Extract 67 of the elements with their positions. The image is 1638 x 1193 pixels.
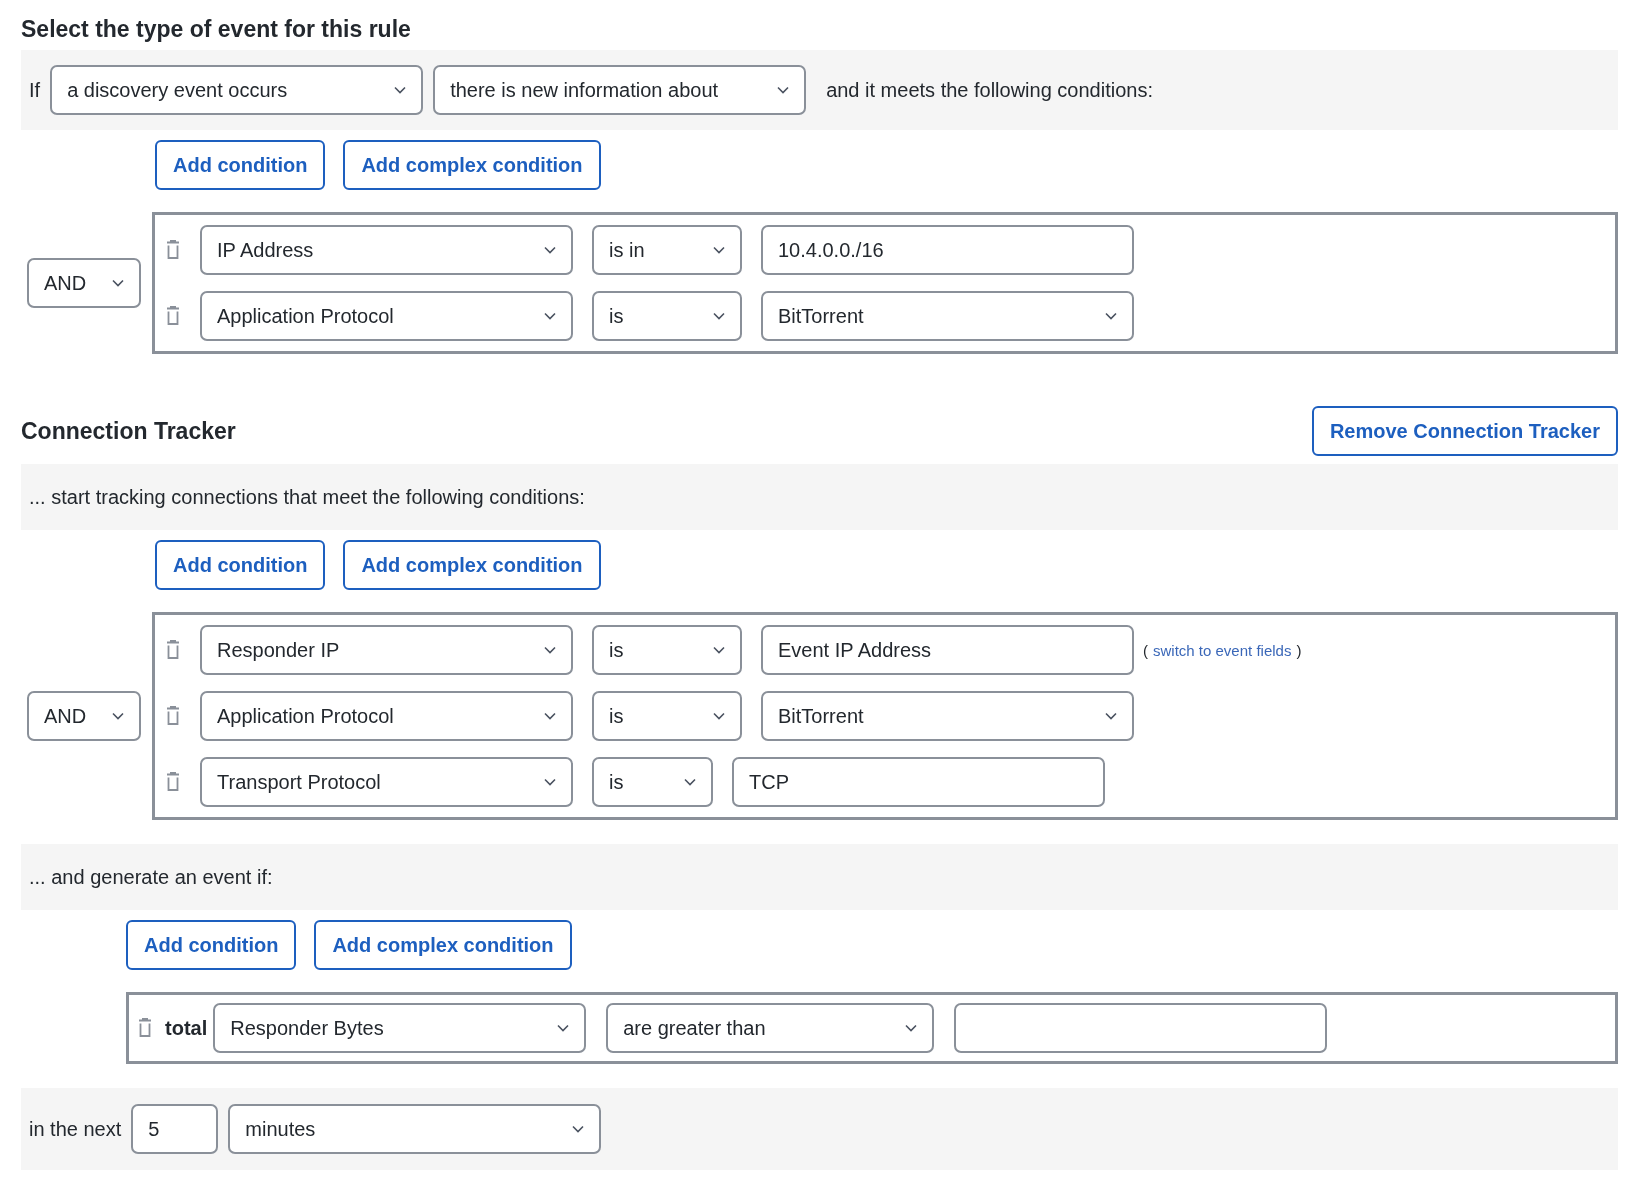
value-input-field[interactable]: 10.4.0.0./16: [761, 225, 1134, 275]
time-window-label: in the next: [29, 1117, 122, 1141]
conditions-label: and it meets the following conditions:: [826, 78, 1153, 102]
add-condition-button[interactable]: Add condition: [155, 140, 326, 190]
if-label: If: [29, 78, 41, 102]
field-dropdown[interactable]: IP Address: [200, 225, 573, 275]
switch-fields-link[interactable]: switch to event fields: [1153, 641, 1292, 659]
field-dropdown[interactable]: Application Protocol: [200, 291, 573, 341]
chevron-down-icon: [394, 86, 407, 94]
logic-dropdown[interactable]: AND: [27, 691, 141, 741]
field-dropdown[interactable]: Transport Protocol: [200, 757, 573, 807]
chevron-down-icon: [112, 279, 124, 287]
chevron-down-icon: [112, 712, 124, 720]
remove-tracker-button[interactable]: Remove Connection Tracker: [1311, 406, 1618, 456]
section-heading: Select the type of event for this rule: [21, 15, 412, 44]
trash-icon[interactable]: [165, 306, 181, 326]
chevron-down-icon: [544, 646, 556, 654]
value-input-field[interactable]: Event IP Address: [761, 625, 1134, 675]
field-dropdown[interactable]: Application Protocol: [200, 691, 573, 741]
chevron-down-icon: [684, 778, 696, 786]
chevron-down-icon: [544, 712, 556, 720]
chevron-down-icon: [713, 712, 725, 720]
trash-icon[interactable]: [165, 772, 181, 792]
parenthesis: ): [1296, 641, 1302, 659]
operator-dropdown[interactable]: is: [592, 757, 713, 807]
chevron-down-icon: [544, 778, 556, 786]
total-label: total: [165, 1016, 208, 1040]
chevron-down-icon: [777, 86, 790, 94]
operator-dropdown[interactable]: is: [592, 625, 742, 675]
trash-icon[interactable]: [165, 240, 181, 260]
value-input-field[interactable]: TCP: [732, 757, 1105, 807]
value-input-field[interactable]: [954, 1003, 1328, 1053]
trash-icon[interactable]: [165, 640, 181, 660]
parenthesis: (: [1143, 641, 1148, 659]
generate-description: ... and generate an event if:: [29, 865, 273, 889]
value-dropdown[interactable]: BitTorrent: [761, 691, 1134, 741]
event-dropdown[interactable]: a discovery event occurs: [50, 65, 424, 115]
chevron-down-icon: [572, 1125, 585, 1133]
chevron-down-icon: [713, 646, 725, 654]
add-condition-button[interactable]: Add complex condition: [343, 540, 601, 590]
unit-dropdown[interactable]: minutes: [228, 1104, 602, 1154]
field-dropdown[interactable]: Responder IP: [200, 625, 573, 675]
chevron-down-icon: [544, 312, 556, 320]
chevron-down-icon: [713, 246, 725, 254]
chevron-down-icon: [544, 246, 556, 254]
count-input-field[interactable]: 5: [131, 1104, 219, 1154]
operator-dropdown[interactable]: is in: [592, 225, 742, 275]
add-condition-button[interactable]: Add condition: [126, 920, 297, 970]
chevron-down-icon: [1105, 712, 1117, 720]
chevron-down-icon: [1105, 312, 1117, 320]
chevron-down-icon: [713, 312, 725, 320]
chevron-down-icon: [905, 1024, 918, 1032]
event-dropdown[interactable]: there is new information about: [433, 65, 807, 115]
tracking-description: ... start tracking connections that meet the following conditions:: [29, 485, 585, 509]
chevron-down-icon: [557, 1024, 570, 1032]
section-heading: Connection Tracker: [21, 417, 236, 445]
field-dropdown[interactable]: Responder Bytes: [213, 1003, 587, 1053]
trash-icon[interactable]: [165, 706, 181, 726]
add-condition-button[interactable]: Add condition: [155, 540, 326, 590]
operator-dropdown[interactable]: is: [592, 291, 742, 341]
logic-dropdown[interactable]: AND: [27, 258, 141, 308]
operator-dropdown[interactable]: are greater than: [606, 1003, 935, 1053]
value-dropdown[interactable]: BitTorrent: [761, 291, 1134, 341]
add-condition-button[interactable]: Add complex condition: [314, 920, 572, 970]
trash-icon[interactable]: [137, 1018, 153, 1038]
operator-dropdown[interactable]: is: [592, 691, 742, 741]
add-condition-button[interactable]: Add complex condition: [343, 140, 601, 190]
